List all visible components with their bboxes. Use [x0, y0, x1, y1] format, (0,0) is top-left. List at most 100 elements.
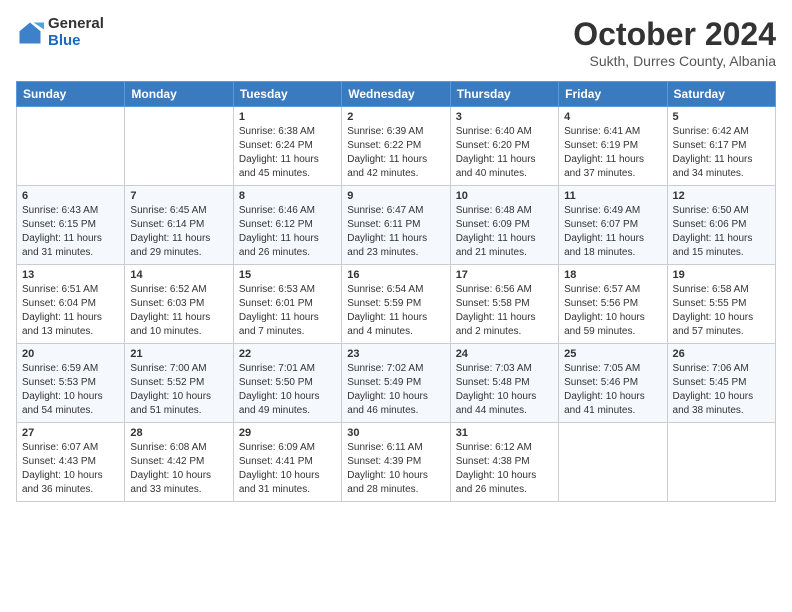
day-info: Sunrise: 6:57 AMSunset: 5:56 PMDaylight:…	[564, 283, 661, 339]
calendar-week-row: 6Sunrise: 6:43 AMSunset: 6:15 PMDaylight…	[17, 186, 776, 265]
calendar-day-cell: 22 Sunrise: 7:01 AMSunset: 5:50 PMDayligh…	[233, 344, 341, 423]
day-number: 22	[239, 348, 336, 360]
calendar-week-row: 20 Sunrise: 6:59 AMSunset: 5:53 PMDayligh…	[17, 344, 776, 423]
day-info: Sunrise: 6:11 AMSunset: 4:39 PMDaylight:…	[347, 441, 444, 497]
day-info: Sunrise: 6:40 AMSunset: 6:20 PMDaylight:…	[456, 125, 553, 181]
day-number: 5	[673, 111, 770, 123]
day-info: Sunrise: 6:38 AMSunset: 6:24 PMDaylight:…	[239, 125, 336, 181]
calendar-day-cell: 30 Sunrise: 6:11 AMSunset: 4:39 PMDayligh…	[342, 423, 450, 502]
calendar-day-cell: 15 Sunrise: 6:53 AMSunset: 6:01 PMDayligh…	[233, 265, 341, 344]
calendar-day-cell: 3 Sunrise: 6:40 AMSunset: 6:20 PMDaylight…	[450, 107, 558, 186]
day-info: Sunrise: 6:54 AMSunset: 5:59 PMDaylight:…	[347, 283, 444, 339]
day-info: Sunrise: 6:39 AMSunset: 6:22 PMDaylight:…	[347, 125, 444, 181]
day-number: 18	[564, 269, 661, 281]
day-number: 2	[347, 111, 444, 123]
day-of-week-header: Friday	[559, 82, 667, 107]
calendar-day-cell: 25Sunrise: 7:05 AMSunset: 5:46 PMDayligh…	[559, 344, 667, 423]
day-info: Sunrise: 6:47 AMSunset: 6:11 PMDaylight:…	[347, 204, 444, 260]
calendar-day-cell: 26 Sunrise: 7:06 AMSunset: 5:45 PMDayligh…	[667, 344, 775, 423]
calendar-day-cell: 31 Sunrise: 6:12 AMSunset: 4:38 PMDayligh…	[450, 423, 558, 502]
day-number: 20	[22, 348, 119, 360]
day-info: Sunrise: 6:41 AMSunset: 6:19 PMDaylight:…	[564, 125, 661, 181]
calendar-day-cell: 18 Sunrise: 6:57 AMSunset: 5:56 PMDayligh…	[559, 265, 667, 344]
calendar-day-cell: 27 Sunrise: 6:07 AMSunset: 4:43 PMDayligh…	[17, 423, 125, 502]
calendar-week-row: 13 Sunrise: 6:51 AMSunset: 6:04 PMDayligh…	[17, 265, 776, 344]
day-info: Sunrise: 7:03 AMSunset: 5:48 PMDaylight:…	[456, 362, 553, 418]
calendar-day-cell: 10 Sunrise: 6:48 AMSunset: 6:09 PMDayligh…	[450, 186, 558, 265]
day-number: 29	[239, 427, 336, 439]
day-info: Sunrise: 6:12 AMSunset: 4:38 PMDaylight:…	[456, 441, 553, 497]
calendar-day-cell	[125, 107, 233, 186]
day-number: 10	[456, 190, 553, 202]
day-info: Sunrise: 6:46 AMSunset: 6:12 PMDaylight:…	[239, 204, 336, 260]
day-number: 14	[130, 269, 227, 281]
day-number: 24	[456, 348, 553, 360]
day-number: 21	[130, 348, 227, 360]
calendar-day-cell	[559, 423, 667, 502]
calendar-day-cell: 19 Sunrise: 6:58 AMSunset: 5:55 PMDayligh…	[667, 265, 775, 344]
day-info: Sunrise: 6:09 AMSunset: 4:41 PMDaylight:…	[239, 441, 336, 497]
calendar-day-cell: 5 Sunrise: 6:42 AMSunset: 6:17 PMDaylight…	[667, 107, 775, 186]
logo-blue: Blue	[48, 33, 104, 50]
day-info: Sunrise: 6:07 AMSunset: 4:43 PMDaylight:…	[22, 441, 119, 497]
day-number: 4	[564, 111, 661, 123]
day-number: 11	[564, 190, 661, 202]
calendar-day-cell: 12 Sunrise: 6:50 AMSunset: 6:06 PMDayligh…	[667, 186, 775, 265]
day-info: Sunrise: 6:51 AMSunset: 6:04 PMDaylight:…	[22, 283, 119, 339]
calendar-day-cell: 4 Sunrise: 6:41 AMSunset: 6:19 PMDaylight…	[559, 107, 667, 186]
calendar-day-cell: 6Sunrise: 6:43 AMSunset: 6:15 PMDaylight…	[17, 186, 125, 265]
calendar-day-cell: 28Sunrise: 6:08 AMSunset: 4:42 PMDayligh…	[125, 423, 233, 502]
day-number: 31	[456, 427, 553, 439]
day-number: 12	[673, 190, 770, 202]
day-of-week-header: Thursday	[450, 82, 558, 107]
calendar-day-cell: 14 Sunrise: 6:52 AMSunset: 6:03 PMDayligh…	[125, 265, 233, 344]
calendar-day-cell: 20 Sunrise: 6:59 AMSunset: 5:53 PMDayligh…	[17, 344, 125, 423]
calendar-day-cell: 16 Sunrise: 6:54 AMSunset: 5:59 PMDayligh…	[342, 265, 450, 344]
calendar-day-cell: 11 Sunrise: 6:49 AMSunset: 6:07 PMDayligh…	[559, 186, 667, 265]
day-number: 13	[22, 269, 119, 281]
day-number: 30	[347, 427, 444, 439]
calendar-week-row: 1Sunrise: 6:38 AMSunset: 6:24 PMDaylight…	[17, 107, 776, 186]
day-info: Sunrise: 6:48 AMSunset: 6:09 PMDaylight:…	[456, 204, 553, 260]
day-number: 25	[564, 348, 661, 360]
logo-text: General Blue	[48, 16, 104, 49]
day-number: 16	[347, 269, 444, 281]
day-number: 7	[130, 190, 227, 202]
day-number: 19	[673, 269, 770, 281]
day-info: Sunrise: 6:43 AMSunset: 6:15 PMDaylight:…	[22, 204, 119, 260]
day-info: Sunrise: 7:06 AMSunset: 5:45 PMDaylight:…	[673, 362, 770, 418]
logo: General Blue	[16, 16, 104, 49]
day-info: Sunrise: 6:42 AMSunset: 6:17 PMDaylight:…	[673, 125, 770, 181]
day-info: Sunrise: 6:45 AMSunset: 6:14 PMDaylight:…	[130, 204, 227, 260]
day-number: 8	[239, 190, 336, 202]
day-info: Sunrise: 6:58 AMSunset: 5:55 PMDaylight:…	[673, 283, 770, 339]
logo-general: General	[48, 16, 104, 33]
day-info: Sunrise: 6:49 AMSunset: 6:07 PMDaylight:…	[564, 204, 661, 260]
day-info: Sunrise: 6:52 AMSunset: 6:03 PMDaylight:…	[130, 283, 227, 339]
day-info: Sunrise: 7:01 AMSunset: 5:50 PMDaylight:…	[239, 362, 336, 418]
day-of-week-header: Monday	[125, 82, 233, 107]
month-title: October 2024	[573, 16, 776, 53]
calendar-day-cell: 29 Sunrise: 6:09 AMSunset: 4:41 PMDayligh…	[233, 423, 341, 502]
day-number: 15	[239, 269, 336, 281]
calendar-day-cell: 23Sunrise: 7:02 AMSunset: 5:49 PMDayligh…	[342, 344, 450, 423]
calendar-week-row: 27 Sunrise: 6:07 AMSunset: 4:43 PMDayligh…	[17, 423, 776, 502]
calendar-day-cell: 2 Sunrise: 6:39 AMSunset: 6:22 PMDaylight…	[342, 107, 450, 186]
day-info: Sunrise: 6:56 AMSunset: 5:58 PMDaylight:…	[456, 283, 553, 339]
day-number: 27	[22, 427, 119, 439]
day-number: 17	[456, 269, 553, 281]
calendar-table: SundayMondayTuesdayWednesdayThursdayFrid…	[16, 81, 776, 502]
calendar-day-cell: 17 Sunrise: 6:56 AMSunset: 5:58 PMDayligh…	[450, 265, 558, 344]
location-subtitle: Sukth, Durres County, Albania	[573, 53, 776, 69]
day-info: Sunrise: 6:53 AMSunset: 6:01 PMDaylight:…	[239, 283, 336, 339]
day-number: 9	[347, 190, 444, 202]
calendar-day-cell: 24 Sunrise: 7:03 AMSunset: 5:48 PMDayligh…	[450, 344, 558, 423]
day-number: 23	[347, 348, 444, 360]
day-info: Sunrise: 6:59 AMSunset: 5:53 PMDaylight:…	[22, 362, 119, 418]
day-number: 3	[456, 111, 553, 123]
calendar-day-cell	[17, 107, 125, 186]
day-of-week-header: Saturday	[667, 82, 775, 107]
calendar-day-cell: 21Sunrise: 7:00 AMSunset: 5:52 PMDayligh…	[125, 344, 233, 423]
day-number: 26	[673, 348, 770, 360]
day-info: Sunrise: 6:50 AMSunset: 6:06 PMDaylight:…	[673, 204, 770, 260]
